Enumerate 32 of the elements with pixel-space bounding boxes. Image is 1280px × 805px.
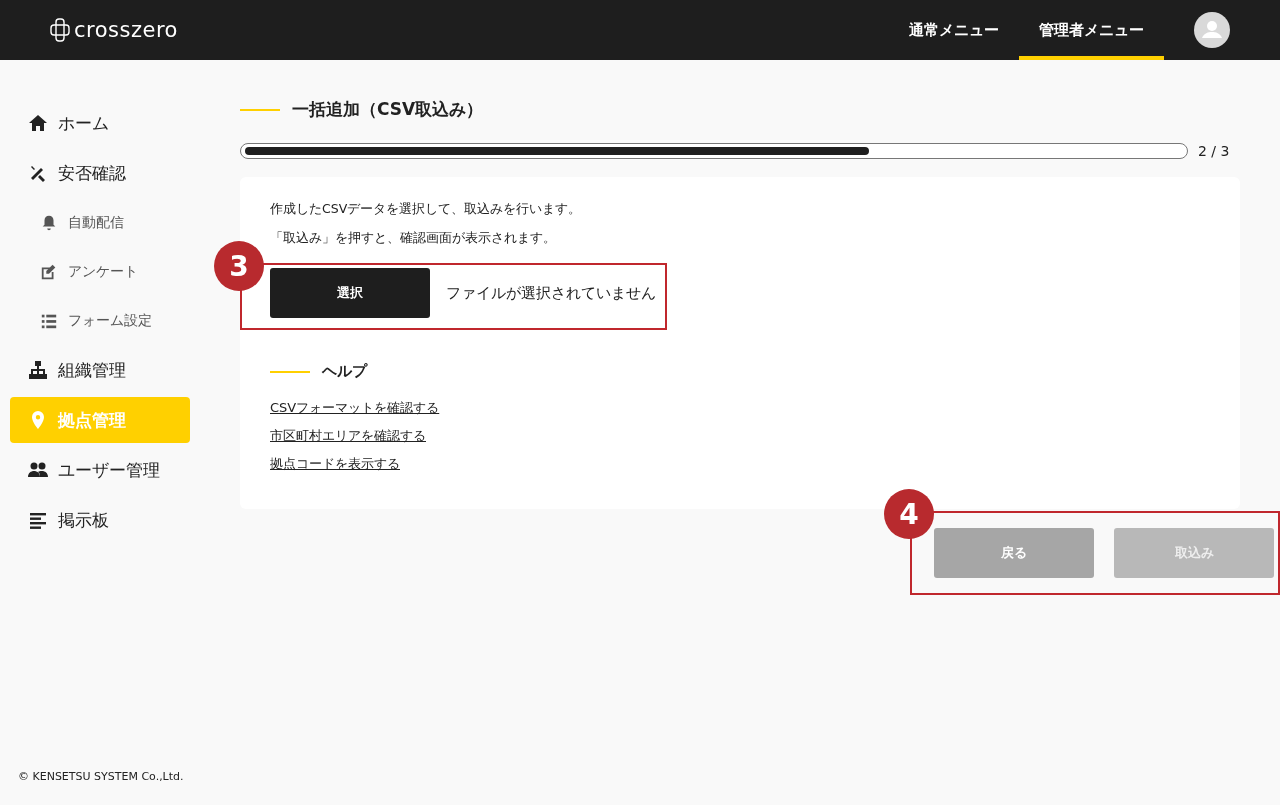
users-icon xyxy=(28,460,48,480)
sidebar-item[interactable]: 組織管理 xyxy=(10,347,190,393)
hierarchy-icon xyxy=(28,360,48,380)
instruction-text: 作成したCSVデータを選択して、取込みを行います。 xyxy=(270,201,582,218)
help-heading: ヘルプ xyxy=(322,362,367,381)
nav-tab[interactable]: 管理者メニュー xyxy=(1019,0,1164,60)
help-link[interactable]: 拠点コードを表示する xyxy=(270,455,400,473)
bell-icon xyxy=(40,213,58,232)
sidebar-item[interactable]: 掲示板 xyxy=(10,497,190,543)
sidebar-item[interactable]: ホーム xyxy=(10,100,190,146)
help-link[interactable]: 市区町村エリアを確認する xyxy=(270,427,426,445)
select-file-button[interactable]: 選択 xyxy=(270,268,430,318)
sidebar-item[interactable]: フォーム設定 xyxy=(10,298,190,343)
logo-text: crosszero xyxy=(74,18,178,42)
sidebar-item[interactable]: ユーザー管理 xyxy=(10,447,190,493)
edit-icon xyxy=(40,262,58,281)
copyright-text: © KENSETSU SYSTEM Co.,Ltd. xyxy=(17,770,185,785)
lines-icon xyxy=(28,510,48,530)
avatar-icon[interactable] xyxy=(1194,12,1230,48)
page-title: 一括追加（CSV取込み） xyxy=(292,98,484,121)
logo-icon xyxy=(50,18,70,42)
file-status-text: ファイルが選択されていません xyxy=(446,283,656,303)
sidebar-item[interactable]: アンケート xyxy=(10,249,190,294)
step-counter: 2 / 3 xyxy=(1198,143,1230,159)
help-link[interactable]: CSVフォーマットを確認する xyxy=(270,399,440,417)
callout-badge: 3 xyxy=(214,241,264,291)
sidebar-item[interactable]: 自動配信 xyxy=(10,200,190,245)
sidebar-item[interactable]: 安否確認 xyxy=(10,150,190,196)
nav-tab[interactable]: 通常メニュー xyxy=(889,0,1019,60)
instruction-text: 「取込み」を押すと、確認画面が表示されます。 xyxy=(270,230,556,247)
callout-badge: 4 xyxy=(884,489,934,539)
home-icon xyxy=(28,113,48,133)
